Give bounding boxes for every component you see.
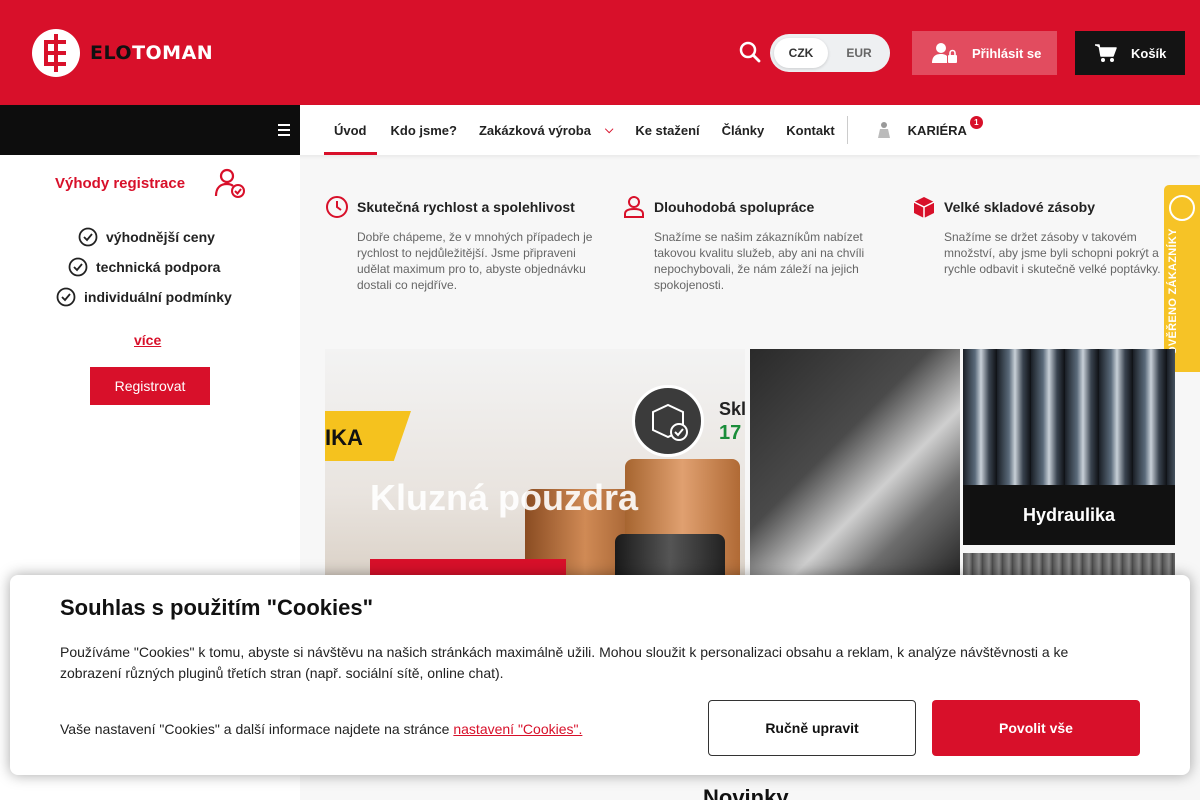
verified-by-customers-badge[interactable]: OVĚŘENO ZÁKAZNÍKY — [1164, 185, 1200, 372]
banner-title: Kluzná pouzdra — [370, 477, 638, 518]
hamburger-menu-icon[interactable] — [278, 124, 290, 136]
nav-item-uvod[interactable]: Úvod — [324, 105, 377, 155]
benefit-item: individuální podmínky — [56, 287, 232, 307]
category-tile-bearings[interactable] — [750, 349, 960, 589]
nav-item-kontakt[interactable]: Kontakt — [776, 105, 844, 155]
news-heading: Novinky — [703, 785, 789, 800]
cookie-settings-link[interactable]: nastavení "Cookies". — [453, 721, 582, 737]
benefit-label: individuální podmínky — [84, 289, 232, 305]
person-icon — [624, 196, 644, 218]
feature-stock: Velké skladové zásoby Snažíme se držet z… — [912, 195, 1164, 277]
logo-text-part2: TOMAN — [132, 42, 214, 64]
feature-cooperation: Dlouhodobá spolupráce Snažíme se našim z… — [622, 195, 904, 293]
box-icon — [913, 197, 935, 218]
user-check-icon — [214, 168, 245, 198]
feature-text: Snažíme se našim zákazníkům nabízet tako… — [654, 230, 865, 292]
nav-divider — [846, 116, 848, 144]
hero-banner[interactable]: IKA Skl 17 Kluzná pouzdra — [325, 349, 745, 589]
cookie-manual-settings-button[interactable]: Ručně upravit — [708, 700, 916, 756]
logo[interactable]: ELOTOMAN — [32, 29, 213, 77]
career-badge: 1 — [969, 116, 983, 129]
nav-item-zakazkova-vyroba-label: Zakázková výroba — [478, 122, 591, 138]
cookie-settings-prefix: Vaše nastavení "Cookies" a další informa… — [60, 721, 454, 737]
nav-item-kariera[interactable]: KARIÉRA 1 — [864, 105, 983, 155]
benefit-item: technická podpora — [68, 257, 220, 277]
cookie-description: Používáme "Cookies" k tomu, abyste si ná… — [60, 644, 1069, 681]
banner-stock-number: 17 — [719, 422, 742, 444]
nav-item-kariera-label: KARIÉRA — [907, 122, 967, 138]
banner-badge-text: IKA — [325, 425, 363, 450]
feature-title: Dlouhodobá spolupráce — [654, 199, 815, 215]
cart-label: Košík — [1131, 45, 1167, 61]
feature-speed: Skutečná rychlost a spolehlivost Dobře c… — [325, 195, 595, 293]
category-menu-bar[interactable] — [0, 105, 300, 155]
benefit-label: výhodnější ceny — [106, 229, 215, 245]
nav-item-kdo-jsme[interactable]: Kdo jsme? — [381, 105, 467, 155]
category-tile-hydraulics[interactable]: Hydraulika — [963, 349, 1175, 545]
logo-text-part1: ELO — [90, 42, 133, 64]
banner-yellow-label: IKA — [325, 411, 411, 461]
search-icon[interactable] — [736, 38, 764, 66]
register-button[interactable]: Registrovat — [90, 367, 210, 405]
more-benefits-link[interactable]: více — [134, 332, 161, 348]
nav-items: Úvod Kdo jsme? Zakázková výroba ⌵ Ke sta… — [324, 105, 983, 155]
login-label: Přihlásit se — [972, 45, 1042, 61]
cookie-settings-info: Vaše nastavení "Cookies" a další informa… — [60, 721, 582, 737]
feature-title: Skutečná rychlost a spolehlivost — [357, 199, 575, 215]
cookie-allow-all-button[interactable]: Povolit vše — [932, 700, 1140, 756]
banner-stock-text: Skl — [719, 399, 745, 419]
cart-button[interactable]: Košík — [1075, 31, 1185, 75]
currency-czk[interactable]: CZK — [774, 38, 828, 68]
logo-emblem-icon — [32, 29, 80, 77]
benefit-label: technická podpora — [96, 259, 221, 275]
nav-item-ke-stazeni[interactable]: Ke stažení — [625, 105, 709, 155]
benefit-item: výhodnější ceny — [78, 227, 215, 247]
clock-icon — [326, 196, 348, 218]
check-circle-icon — [78, 227, 98, 247]
cart-icon — [1095, 44, 1117, 62]
feature-text: Snažíme se držet zásoby v takovém množst… — [944, 230, 1161, 276]
feature-title: Velké skladové zásoby — [944, 199, 1095, 215]
main-navigation: Úvod Kdo jsme? Zakázková výroba ⌵ Ke sta… — [0, 105, 1200, 155]
cookie-title: Souhlas s použitím "Cookies" — [60, 595, 374, 620]
check-circle-icon — [68, 257, 88, 277]
user-lock-icon — [932, 43, 957, 63]
logo-text: ELOTOMAN — [90, 42, 213, 64]
chevron-down-icon[interactable]: ⌵ — [605, 124, 613, 137]
site-header: ELOTOMAN CZK EUR Přihlásit se Košík — [0, 0, 1200, 105]
feature-text: Dobře chápeme, že v mnohých případech je… — [357, 230, 593, 292]
verified-label: OVĚŘENO ZÁKAZNÍKY — [1167, 228, 1179, 355]
nav-item-zakazkova-vyroba[interactable]: Zakázková výroba ⌵ — [469, 105, 623, 155]
nav-item-clanky[interactable]: Články — [712, 105, 775, 155]
check-circle-icon — [56, 287, 76, 307]
warehouse-box-icon — [632, 385, 704, 457]
cookie-consent-dialog: Souhlas s použitím "Cookies" Používáme "… — [10, 575, 1190, 775]
career-icon — [877, 122, 890, 138]
registration-benefits-title: Výhody registrace — [55, 175, 186, 192]
category-tile-label: Hydraulika — [963, 485, 1175, 545]
login-button[interactable]: Přihlásit se — [912, 31, 1057, 75]
currency-eur[interactable]: EUR — [832, 38, 886, 68]
currency-switch[interactable]: CZK EUR — [770, 34, 890, 72]
